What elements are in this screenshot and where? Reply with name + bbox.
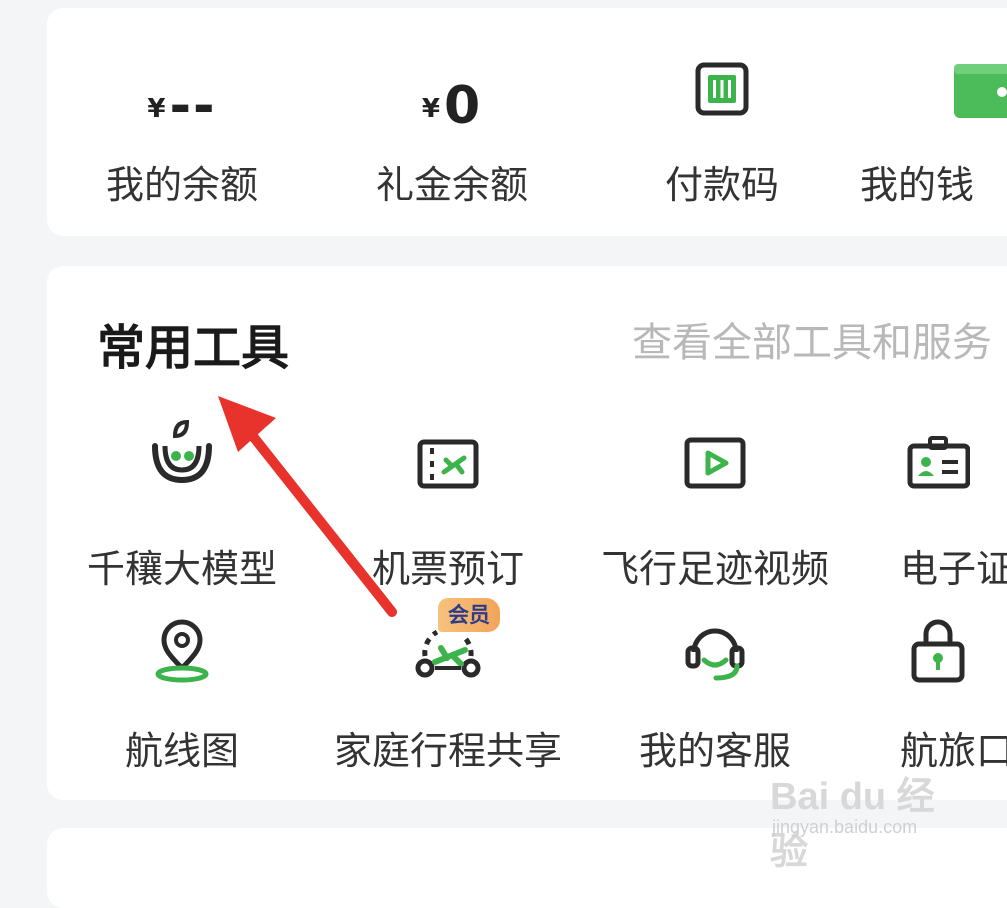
ai-model-icon: [152, 419, 212, 484]
headset-icon: [685, 628, 745, 681]
wallet-card: ¥-- 我的余额 ¥0 礼金余额 付款码 我的钱: [47, 8, 1007, 236]
balance-label: 我的余额: [105, 163, 258, 207]
tools-title: 常用工具: [97, 320, 290, 376]
map-pin-icon: [155, 619, 209, 683]
payment-code-icon: [695, 62, 749, 116]
gift-amount: ¥0: [421, 76, 483, 136]
video-play-icon: [684, 437, 746, 489]
member-badge: 会员: [438, 598, 500, 632]
tool-label: 电子证: [900, 547, 1007, 591]
view-all-tools-link[interactable]: 查看全部工具和服务: [632, 310, 992, 368]
my-wallet-label: 我的钱: [860, 163, 975, 207]
my-balance-item[interactable]: ¥-- 我的余额: [47, 8, 317, 236]
lock-icon: [911, 619, 965, 683]
gift-balance-item[interactable]: ¥0 礼金余额: [317, 8, 587, 236]
ticket-icon: [417, 439, 479, 489]
my-wallet-item[interactable]: 我的钱: [857, 8, 1007, 236]
id-card-icon: [907, 436, 970, 489]
balance-amount: ¥--: [147, 76, 217, 136]
baidu-watermark: Bai du 经验 jingyan.baidu.com: [770, 776, 935, 873]
wallet-icon: [954, 64, 1007, 118]
gift-label: 礼金余额: [375, 163, 528, 207]
tools-card: 常用工具 查看全部工具和服务 千穰大模型 机票预订 飞行足迹视频 电子证 航线图…: [47, 266, 1007, 800]
